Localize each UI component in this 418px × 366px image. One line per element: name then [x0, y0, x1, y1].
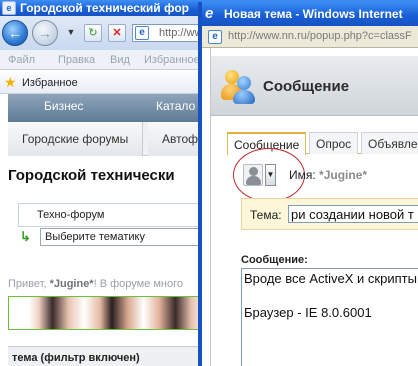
stop-icon[interactable]: ✕ [108, 24, 126, 42]
history-dropdown-icon[interactable]: ▼ [62, 24, 80, 42]
filter-label: тема (фильтр включен) [12, 352, 140, 364]
message-header: Сообщение [211, 56, 418, 116]
page-heading: Городской технически [8, 167, 175, 184]
users-icon [221, 68, 257, 104]
name-value: *Jugine* [319, 168, 368, 182]
menu-view[interactable]: Вид [110, 54, 130, 66]
forward-arrow-icon[interactable]: → [32, 20, 58, 46]
bg-window-title: Городской технический фор [20, 1, 190, 15]
popup-address-bar: e http://www.nn.ru/popup.php?c=classF [202, 26, 418, 48]
theme-select-value: Выберите тематику [45, 231, 145, 243]
ie-icon: e [2, 1, 16, 15]
message-label: Сообщение: [241, 254, 308, 266]
name-label: Имя: [289, 168, 320, 182]
avatar-selector-button[interactable]: ▼ [241, 162, 277, 188]
menu-file[interactable]: Файл [8, 54, 35, 66]
popup-content: Сообщение Сообщение Опрос Объявле ▼ Имя:… [210, 48, 418, 366]
tab-city-forums[interactable]: Городские форумы [8, 122, 144, 156]
page-icon: e [208, 30, 222, 44]
site-nav-catalog[interactable]: Катало [156, 99, 195, 113]
user-silhouette-icon [243, 164, 263, 186]
site-nav-business[interactable]: Бизнес [44, 99, 83, 113]
topic-filter-bar: тема (фильтр включен) [8, 346, 208, 366]
return-arrow-icon: ↳ [20, 229, 31, 244]
topic-input[interactable] [288, 205, 418, 223]
author-name: Имя: *Jugine* [289, 168, 367, 182]
message-line: Браузер - IE 8.0.6001 [244, 305, 372, 320]
forum-breadcrumb: Техно-форум [18, 203, 208, 227]
topic-label: Тема: [250, 208, 282, 222]
favorites-button[interactable]: Избранное [22, 77, 78, 89]
ie-icon: e [205, 5, 214, 22]
greeting-user: *Jugine* [49, 278, 94, 290]
bg-address-text: http://ww [159, 27, 203, 39]
refresh-icon[interactable]: ↻ [84, 24, 102, 42]
message-textarea[interactable]: Вроде все ActiveX и скрипты Браузер - IE… [241, 268, 418, 366]
tab-poll[interactable]: Опрос [309, 132, 359, 154]
greeting-prefix: Привет, [8, 278, 50, 290]
star-icon: ★ [4, 74, 17, 90]
popup-address-text: http://www.nn.ru/popup.php?c=classF [228, 30, 412, 42]
chevron-down-icon[interactable]: ▼ [265, 164, 276, 186]
page-icon: e [135, 26, 149, 40]
popup-window-title: Новая тема - Windows Internet [224, 7, 403, 21]
greeting-text: Привет, *Jugine*! В форуме много [8, 278, 183, 290]
message-line: Вроде все ActiveX и скрипты [244, 271, 417, 286]
forum-name[interactable]: Техно-форум [37, 209, 104, 221]
topic-row: Тема: [241, 198, 418, 230]
popup-titlebar: e Новая тема - Windows Internet [202, 2, 418, 26]
menu-edit[interactable]: Правка [58, 54, 95, 66]
tab-announcement[interactable]: Объявле [361, 132, 418, 154]
new-topic-popup-window: e Новая тема - Windows Internet e http:/… [198, 2, 418, 366]
theme-select[interactable]: Выберите тематику [40, 228, 210, 246]
menu-favorites[interactable]: Избранное [144, 54, 200, 66]
greeting-suffix: ! В форуме много [93, 278, 184, 290]
message-header-title: Сообщение [263, 78, 350, 95]
ad-banner[interactable] [8, 296, 208, 330]
back-arrow-icon[interactable]: ← [2, 20, 28, 46]
